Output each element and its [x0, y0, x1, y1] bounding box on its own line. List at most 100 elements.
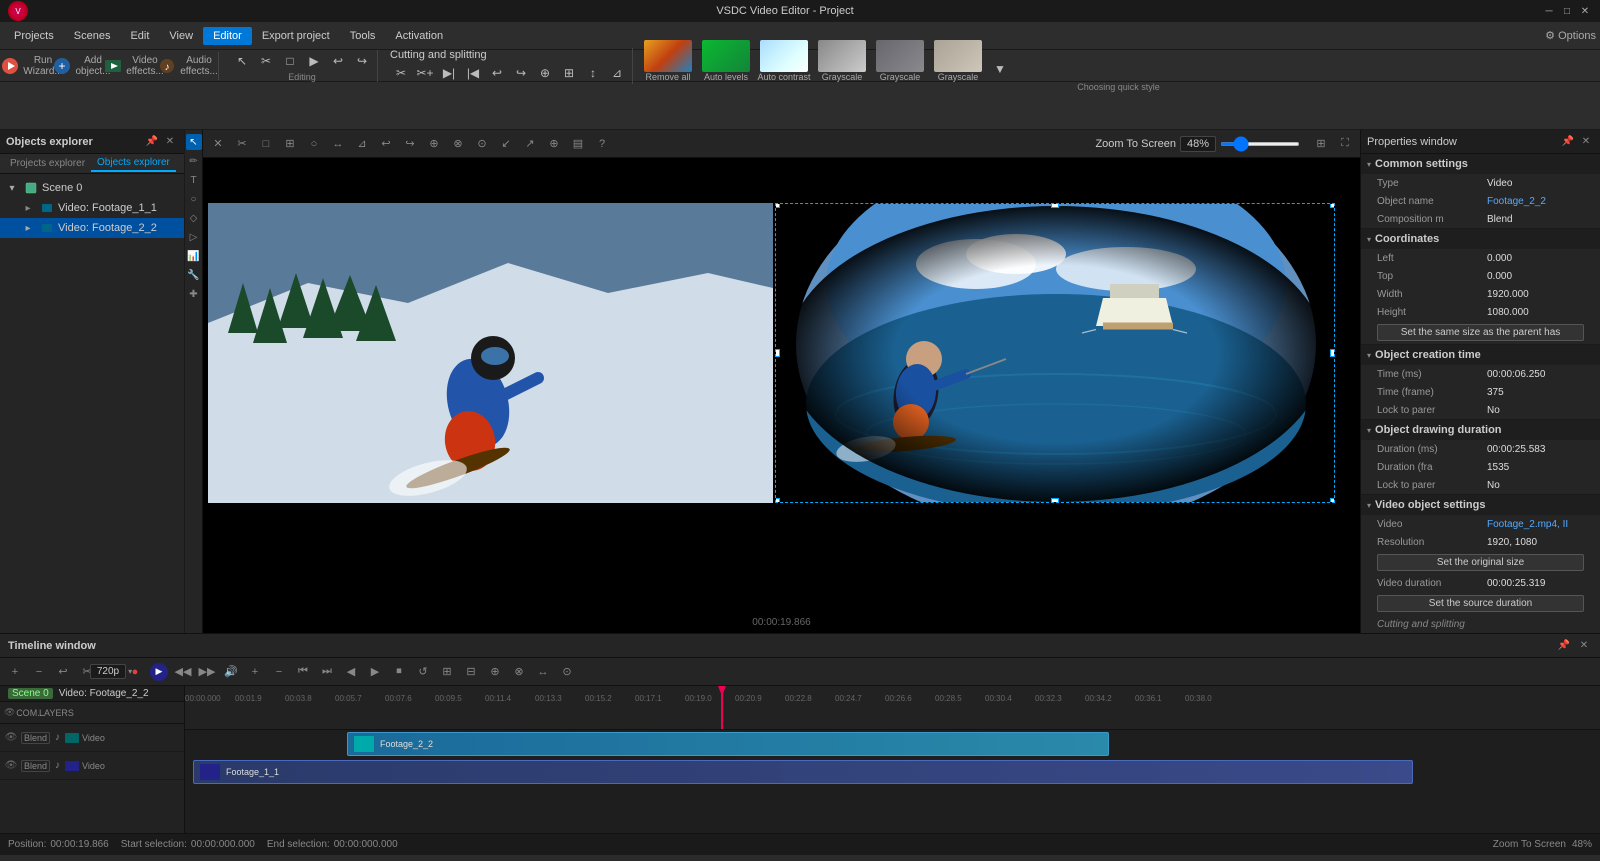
- tl-prev-frame-btn[interactable]: ◀◀: [172, 662, 194, 682]
- tl-zoom-out-btn[interactable]: −: [268, 662, 290, 682]
- pen-tool-icon[interactable]: ✏: [186, 153, 202, 169]
- menu-editor[interactable]: Editor: [203, 27, 252, 45]
- prev-add-btn[interactable]: ⊕: [423, 133, 445, 155]
- common-settings-header[interactable]: ▾ Common settings: [1361, 154, 1600, 174]
- handle-tl[interactable]: [775, 203, 780, 208]
- prev-cross-btn[interactable]: ⊕: [543, 133, 565, 155]
- auto-levels-btn[interactable]: Auto levels: [699, 40, 753, 82]
- fit-btn[interactable]: ⊞: [1310, 133, 1332, 155]
- prev-ur-btn[interactable]: ↗: [519, 133, 541, 155]
- tl-home-btn[interactable]: ⏮: [292, 662, 314, 682]
- tab-projects[interactable]: Projects explorer: [4, 156, 91, 171]
- prev-dot-btn[interactable]: ⊙: [471, 133, 493, 155]
- layers-tab[interactable]: LAYERS: [45, 703, 67, 723]
- set-original-btn[interactable]: Set the original size: [1377, 554, 1584, 571]
- clip-footage1[interactable]: Footage_1_1: [193, 760, 1413, 784]
- text-tool-icon[interactable]: T: [186, 172, 202, 188]
- video-file-value[interactable]: Footage_2.mp4, II: [1487, 519, 1592, 530]
- prev-scissors-btn[interactable]: ✂: [231, 133, 253, 155]
- pin-timeline-btn[interactable]: 📌: [1556, 638, 1572, 654]
- tree-footage1[interactable]: ▸ Video: Footage_1_1: [0, 198, 184, 218]
- remove-all-btn[interactable]: Remove all: [641, 40, 695, 82]
- minimize-btn[interactable]: ─: [1542, 4, 1556, 18]
- more-cut[interactable]: ⊕: [534, 62, 556, 84]
- forward-btn[interactable]: ▶|: [438, 62, 460, 84]
- zoom-value[interactable]: 48%: [1180, 136, 1216, 152]
- set-source-btn[interactable]: Set the source duration: [1377, 595, 1584, 612]
- close-properties-btn[interactable]: ✕: [1578, 134, 1594, 150]
- play-tool[interactable]: ▶: [303, 50, 325, 72]
- same-size-btn[interactable]: Set the same size as the parent has: [1377, 324, 1584, 341]
- grayscale1-btn[interactable]: Grayscale: [815, 40, 869, 82]
- menu-projects[interactable]: Projects: [4, 27, 64, 45]
- chart-tool-icon[interactable]: 📊: [186, 248, 202, 264]
- tl-next-frame-btn[interactable]: ▶▶: [196, 662, 218, 682]
- tl-step-back-btn[interactable]: ◀: [340, 662, 362, 682]
- tl-more4-btn[interactable]: ⊗: [508, 662, 530, 682]
- add-tool-icon[interactable]: ✚: [186, 286, 202, 302]
- close-objects-btn[interactable]: ✕: [162, 134, 178, 150]
- tl-more2-btn[interactable]: ⊟: [460, 662, 482, 682]
- pin-objects-btn[interactable]: 📌: [144, 134, 160, 150]
- redo-cut[interactable]: ↪: [510, 62, 532, 84]
- menu-scenes[interactable]: Scenes: [64, 27, 121, 45]
- align-cut[interactable]: ↕: [582, 62, 604, 84]
- cut-tool[interactable]: ✂: [255, 50, 277, 72]
- quick-style-more[interactable]: ▼: [989, 58, 1011, 80]
- cursor-tool[interactable]: ↖: [231, 50, 253, 72]
- prev-dl-btn[interactable]: ↙: [495, 133, 517, 155]
- tree-footage2[interactable]: ▸ Video: Footage_2_2: [0, 218, 184, 238]
- redo-small[interactable]: ↪: [351, 50, 373, 72]
- grayscale2-btn[interactable]: Grayscale: [873, 40, 927, 82]
- undo-small[interactable]: ↩: [327, 50, 349, 72]
- tl-end-btn[interactable]: ⏭: [316, 662, 338, 682]
- coordinates-header[interactable]: ▾ Coordinates: [1361, 229, 1600, 249]
- cut-btn[interactable]: ✂: [390, 62, 412, 84]
- pin-properties-btn[interactable]: 📌: [1560, 134, 1576, 150]
- track1-blend[interactable]: Blend: [21, 760, 50, 772]
- prev-q-btn[interactable]: ?: [591, 133, 613, 155]
- menu-export[interactable]: Export project: [252, 27, 340, 45]
- clip-footage2[interactable]: Footage_2_2: [347, 732, 1109, 756]
- fullscreen-btn[interactable]: ⛶: [1334, 133, 1356, 155]
- undo-cut[interactable]: ↩: [486, 62, 508, 84]
- prev-grid-btn[interactable]: ⊞: [279, 133, 301, 155]
- tl-record-btn[interactable]: ●: [124, 662, 146, 682]
- tl-more1-btn[interactable]: ⊞: [436, 662, 458, 682]
- maximize-btn[interactable]: □: [1560, 4, 1574, 18]
- select-tool-icon[interactable]: ↖: [186, 134, 202, 150]
- settings-tool-icon[interactable]: 🔧: [186, 267, 202, 283]
- zoom-slider[interactable]: [1220, 142, 1300, 146]
- prev-grid2-btn[interactable]: ▤: [567, 133, 589, 155]
- tl-more3-btn[interactable]: ⊕: [484, 662, 506, 682]
- tl-play-btn[interactable]: ▶: [150, 663, 168, 681]
- add-object-btn[interactable]: + Addobject...: [58, 52, 106, 80]
- prev-corner-btn[interactable]: ⊿: [351, 133, 373, 155]
- prev-cut-btn[interactable]: ✕: [207, 133, 229, 155]
- grayscale3-btn[interactable]: Grayscale: [931, 40, 985, 82]
- preview-canvas[interactable]: 00:00:19.866: [203, 158, 1360, 633]
- video-settings-header[interactable]: ▾ Video object settings: [1361, 495, 1600, 515]
- tl-zoom-in-btn[interactable]: +: [244, 662, 266, 682]
- tl-minus-btn[interactable]: −: [28, 662, 50, 682]
- audio-effects-btn[interactable]: ♪ Audioeffects...: [162, 52, 214, 80]
- tree-scene0[interactable]: ▾ Scene 0: [0, 178, 184, 198]
- menu-tools[interactable]: Tools: [340, 27, 386, 45]
- drawing-duration-header[interactable]: ▾ Object drawing duration: [1361, 420, 1600, 440]
- close-timeline-btn[interactable]: ✕: [1576, 638, 1592, 654]
- play-tool-icon[interactable]: ▷: [186, 229, 202, 245]
- prev-redo-btn[interactable]: ↪: [399, 133, 421, 155]
- tl-volume-btn[interactable]: 🔊: [220, 662, 242, 682]
- tl-align-btn[interactable]: ↔: [532, 662, 554, 682]
- creation-time-header[interactable]: ▾ Object creation time: [1361, 345, 1600, 365]
- cut-plus-btn[interactable]: ✂+: [414, 62, 436, 84]
- video-effects-btn[interactable]: Videoeffects...: [108, 52, 160, 80]
- arrange-cut[interactable]: ⊿: [606, 62, 628, 84]
- menu-view[interactable]: View: [159, 27, 203, 45]
- auto-contrast-btn[interactable]: Auto contrast: [757, 40, 811, 82]
- prev-undo-btn[interactable]: ↩: [375, 133, 397, 155]
- run-wizard-btn[interactable]: RunWizard...: [8, 52, 56, 80]
- handle-ml[interactable]: [775, 349, 780, 357]
- menu-edit[interactable]: Edit: [120, 27, 159, 45]
- tl-undo-btn[interactable]: ↩: [52, 662, 74, 682]
